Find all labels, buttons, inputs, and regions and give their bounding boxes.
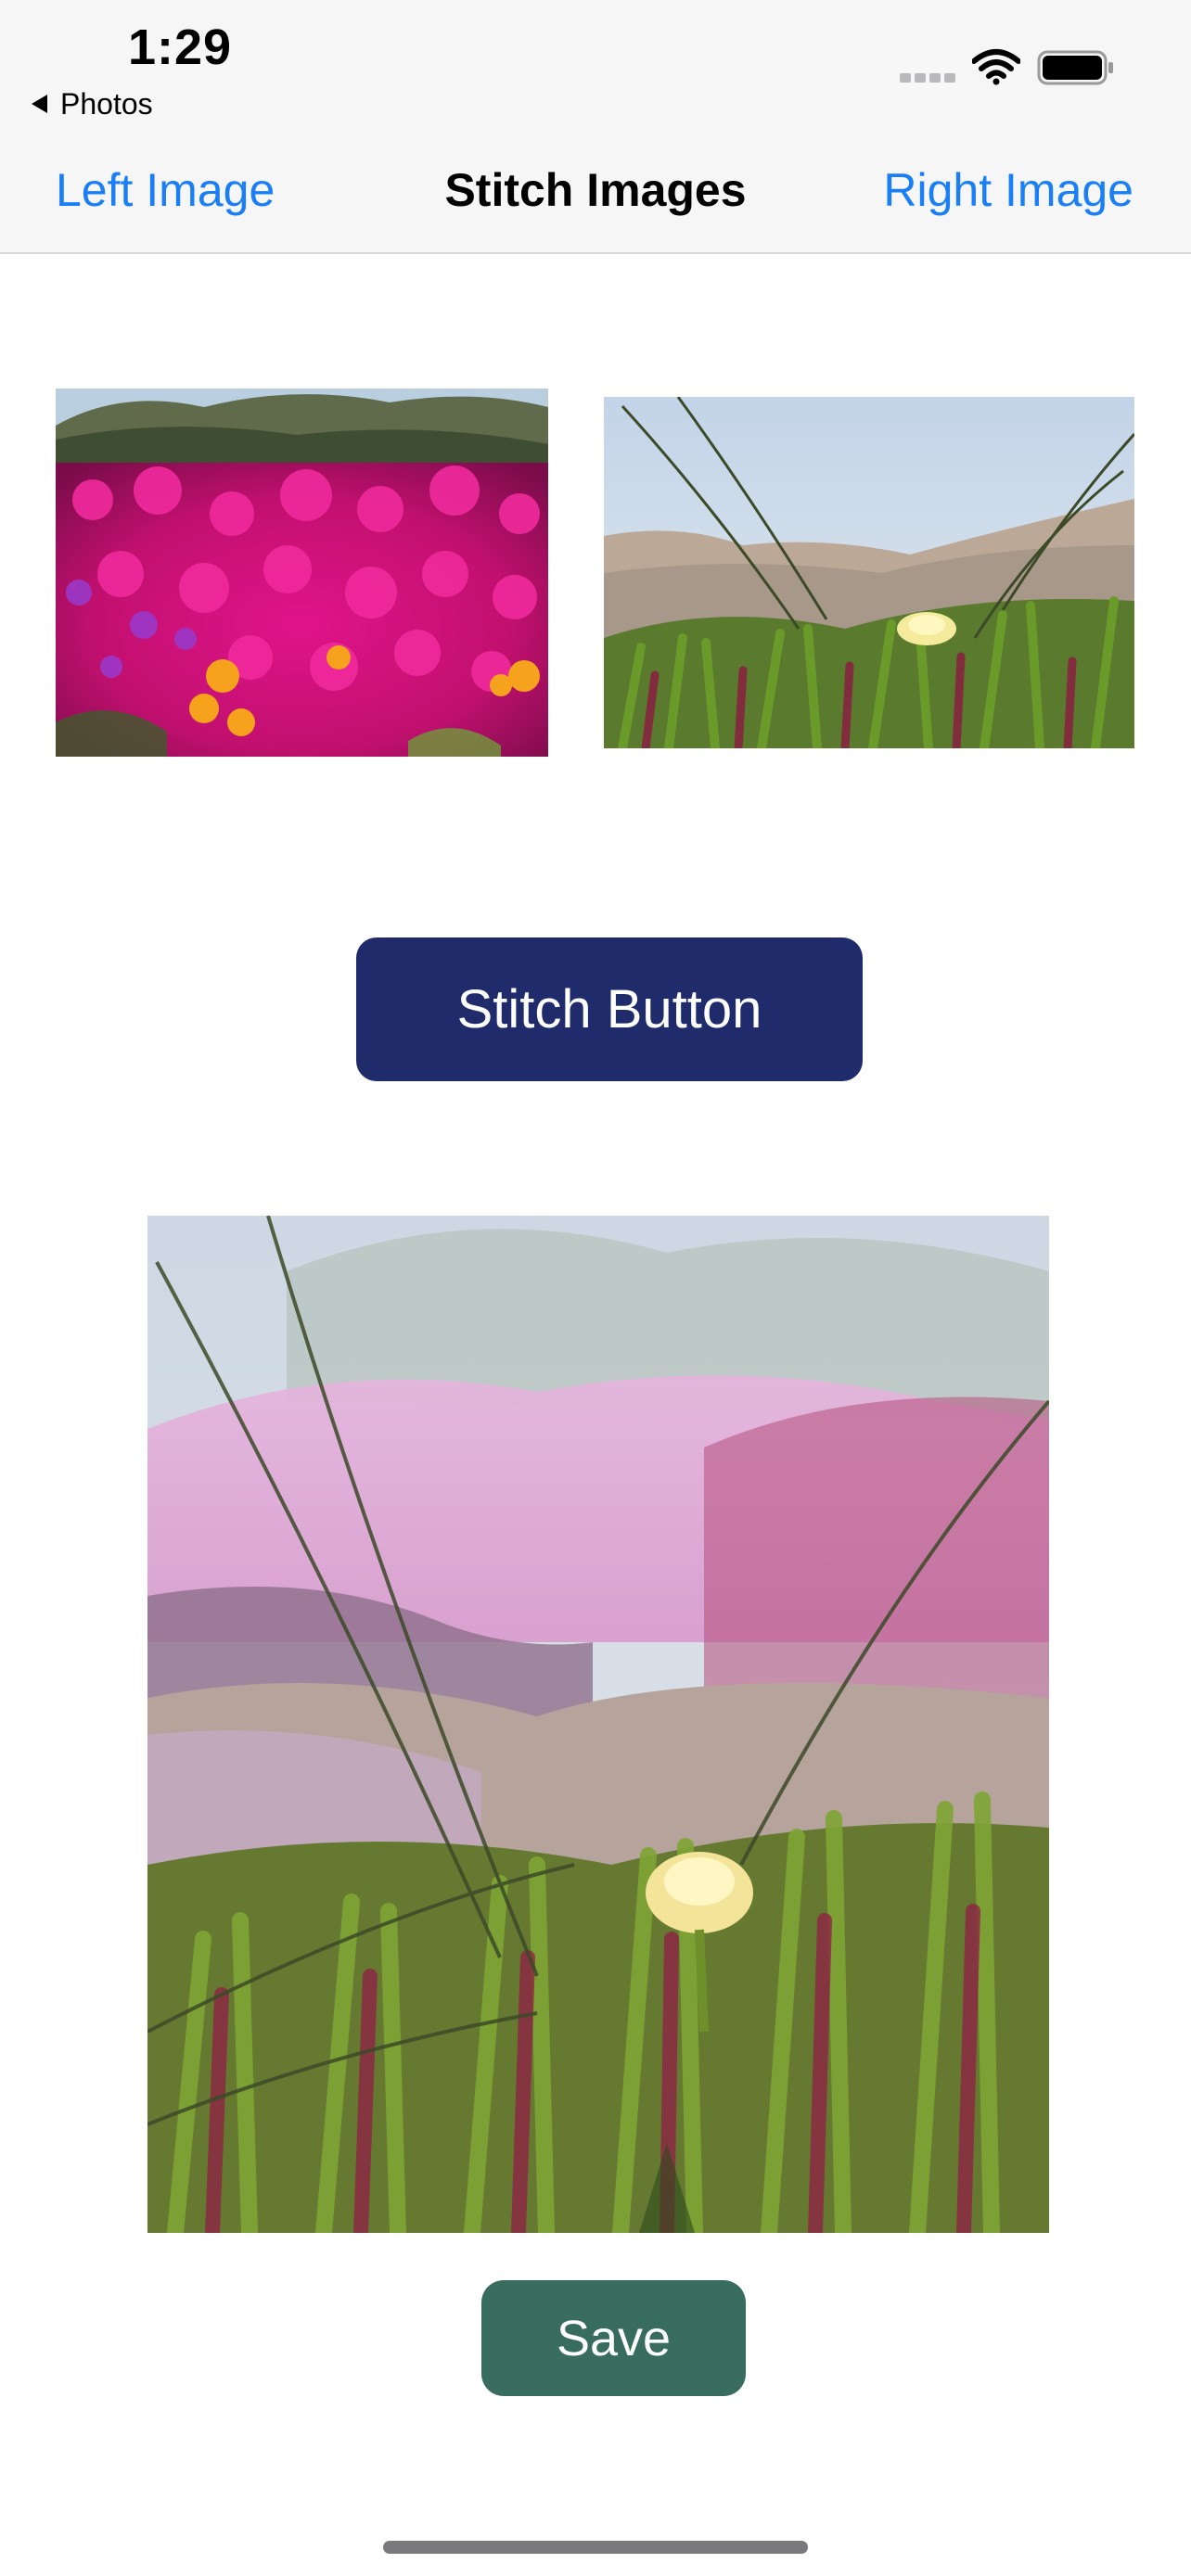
save-button[interactable]: Save [481,2280,746,2396]
right-image[interactable] [604,397,1134,748]
back-to-photos-link[interactable]: Photos [32,85,153,122]
back-app-label: Photos [60,86,153,121]
home-indicator[interactable] [383,2541,808,2554]
cellular-signal-icon [900,73,957,83]
left-image[interactable] [56,389,548,757]
status-time: 1:29 [128,19,233,75]
right-image-button[interactable]: Right Image [883,163,1133,217]
app-screen: 1:29 Photos Left Image Stitch Images Rig… [0,0,1191,2576]
battery-icon [1037,50,1113,85]
stitch-button[interactable]: Stitch Button [356,937,863,1081]
stitched-image [147,1216,1049,2233]
back-arrow-icon [32,95,47,113]
navigation-bar: 1:29 Photos Left Image Stitch Images Rig… [0,0,1191,254]
wifi-icon [972,49,1020,85]
